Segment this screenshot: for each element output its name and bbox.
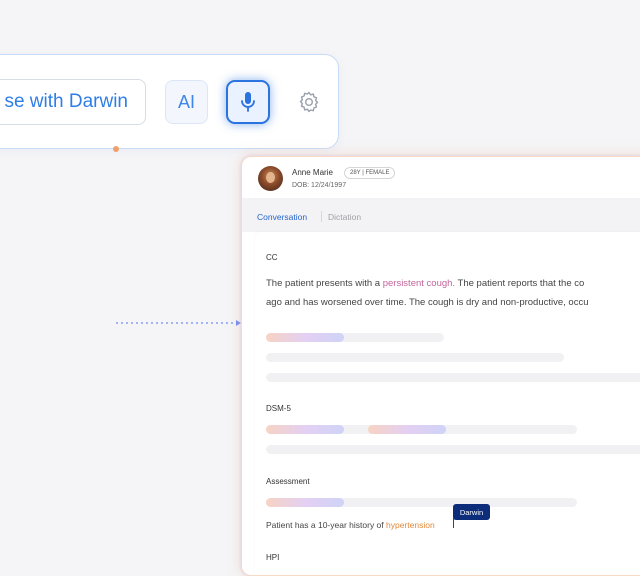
section-hpi-label: HPI: [266, 553, 280, 562]
placeholder-bar-highlight: [266, 333, 344, 342]
placeholder-bar-highlight: [266, 498, 344, 507]
section-assessment-label: Assessment: [266, 477, 310, 486]
highlight-persistent-cough[interactable]: persistent cough.: [383, 278, 455, 289]
age-gender-badge: 28Y | FEMALE: [344, 167, 396, 179]
assessment-text: Patient has a 10-year history of hyperte…: [266, 520, 435, 530]
avatar: [258, 166, 283, 191]
tab-conversation[interactable]: Conversation: [257, 212, 307, 222]
placeholder-bar-highlight: [368, 425, 446, 434]
section-dsm5-label: DSM-5: [266, 404, 291, 413]
cc-text-line-2: ago and has worsened over time. The coug…: [266, 297, 589, 308]
text-cursor: [453, 518, 454, 528]
tab-dictation[interactable]: Dictation: [328, 212, 361, 222]
patient-name: Anne Marie: [292, 168, 333, 177]
placeholder-bar: [266, 445, 640, 454]
placeholder-bar-highlight: [266, 425, 344, 434]
cc-text-line-1: The patient presents with a persistent c…: [266, 278, 585, 289]
patient-note-card: Anne Marie 28Y | FEMALE DOB: 12/24/1997 …: [241, 156, 640, 576]
patient-dob: DOB: 12/24/1997: [292, 182, 347, 189]
darwin-tooltip: Darwin: [453, 504, 490, 520]
placeholder-bar: [266, 353, 564, 362]
highlight-hypertension[interactable]: hypertension: [386, 520, 435, 530]
section-cc-label: CC: [266, 253, 278, 262]
tab-divider: [321, 211, 322, 222]
placeholder-bar: [266, 373, 640, 382]
